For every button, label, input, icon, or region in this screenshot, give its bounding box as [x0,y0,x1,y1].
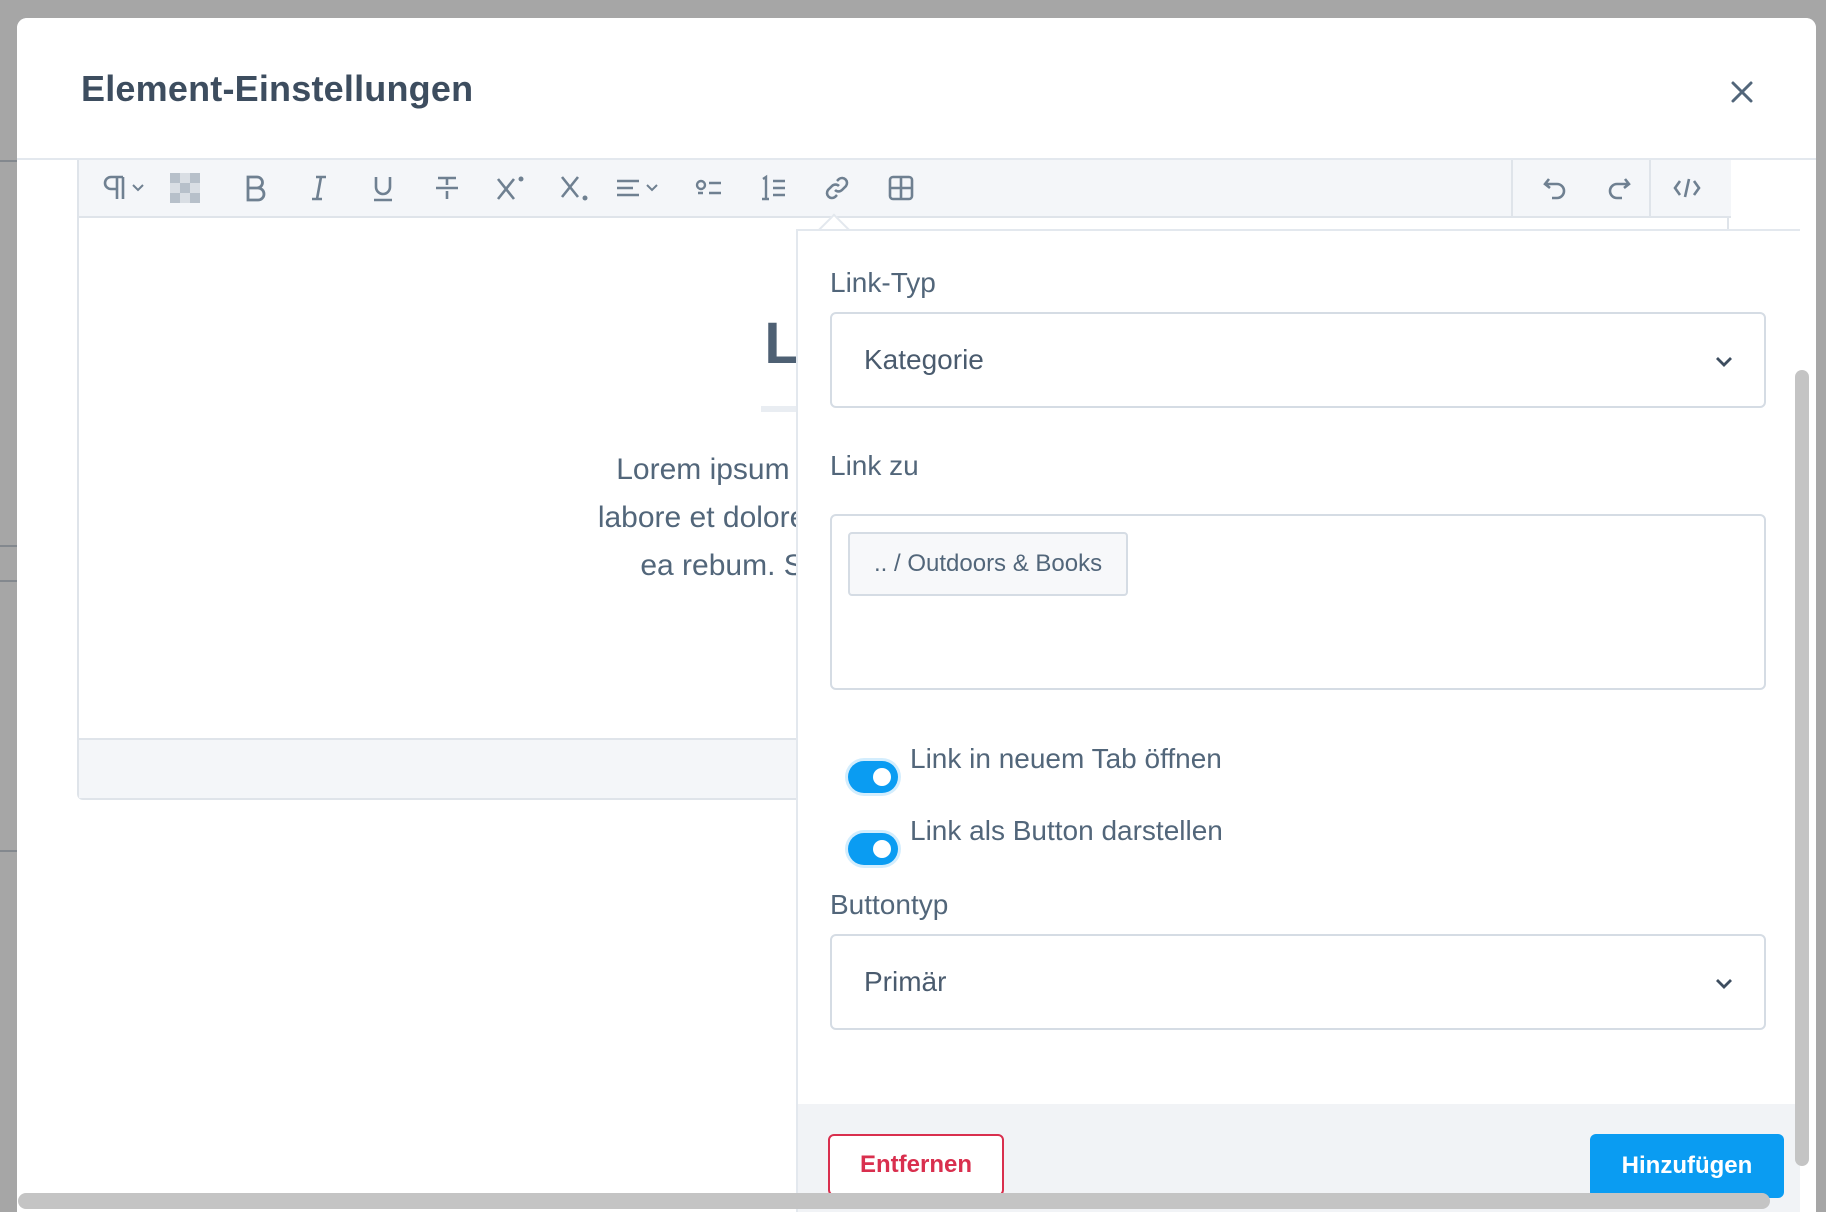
align-icon [617,179,658,197]
undo-icon [1543,178,1566,200]
element-settings-modal: Element-Einstellungen Lorem ipsum labore… [17,18,1816,1212]
link-to-field[interactable]: .. / Outdoors & Books [830,514,1766,690]
table-icon [888,175,914,201]
as-button-toggle-row: Link als Button darstellen [848,815,1223,865]
as-button-toggle[interactable] [848,833,898,865]
link-type-select[interactable]: Kategorie [830,312,1766,408]
selected-category-tag[interactable]: .. / Outdoors & Books [848,532,1129,596]
superscript-icon [496,176,524,200]
modal-title: Element-Einstellungen [81,68,474,109]
button-type-label: Buttontyp [830,889,949,920]
button-type-value: Primär [864,966,947,997]
table-button[interactable] [881,168,921,208]
chevron-down-icon [1716,357,1732,367]
italic-button[interactable] [299,168,339,208]
underline-button[interactable] [363,168,403,208]
close-icon [1731,81,1753,103]
code-view-button[interactable] [1667,168,1707,208]
underline-icon [374,177,392,202]
paragraph-format-button[interactable] [97,168,151,208]
link-type-value: Kategorie [864,344,984,375]
chevron-down-icon [1716,979,1732,989]
subscript-icon [560,176,588,201]
link-settings-popover: Link-Typ Kategorie Link zu .. / Outdoors… [796,229,1802,1212]
vertical-scrollbar-thumb[interactable] [1795,370,1809,1166]
strikethrough-icon [436,176,458,199]
toggle-knob [873,840,891,858]
code-icon [1673,178,1701,198]
unordered-list-button[interactable] [689,168,729,208]
ordered-list-button[interactable] [753,168,793,208]
close-button[interactable] [1724,74,1760,110]
button-type-select[interactable]: Primär [830,934,1766,1030]
remove-link-button[interactable]: Entfernen [828,1134,1004,1196]
checker-icon [170,173,200,203]
link-type-label: Link-Typ [830,267,936,298]
editor-toolbar [79,160,1731,218]
as-button-label: Link als Button darstellen [910,815,1223,846]
link-to-label: Link zu [830,450,919,481]
superscript-button[interactable] [491,168,531,208]
strikethrough-button[interactable] [427,168,467,208]
italic-icon [312,175,326,201]
undo-button[interactable] [1535,168,1575,208]
new-tab-toggle-row: Link in neuem Tab öffnen [848,743,1222,793]
text-color-button[interactable] [167,168,203,208]
redo-icon [1608,178,1631,200]
toolbar-separator [1649,160,1651,218]
list-ul-icon [695,179,721,195]
subscript-button[interactable] [555,168,595,208]
redo-button[interactable] [1599,168,1639,208]
list-ol-icon [762,174,785,201]
new-tab-toggle[interactable] [848,761,898,793]
link-icon [825,176,849,200]
bold-icon [246,175,266,202]
new-tab-label: Link in neuem Tab öffnen [910,743,1222,774]
link-button[interactable] [817,168,857,208]
horizontal-scrollbar-thumb[interactable] [18,1193,1770,1209]
bold-button[interactable] [235,168,275,208]
toggle-knob [873,768,891,786]
toolbar-separator [1511,160,1513,218]
align-button[interactable] [613,168,669,208]
pilcrow-icon [103,175,144,199]
modal-header: Element-Einstellungen [17,18,1816,160]
add-link-button[interactable]: Hinzufügen [1590,1134,1784,1198]
